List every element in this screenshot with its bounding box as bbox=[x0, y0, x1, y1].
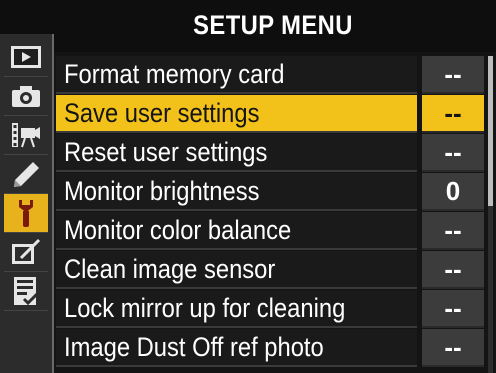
menu-item-value-box: -- bbox=[422, 212, 484, 250]
setup-menu-list: Format memory card -- Save user settings… bbox=[56, 56, 488, 373]
menu-item-value: -- bbox=[444, 254, 462, 284]
menu-item-value: 0 bbox=[445, 176, 461, 206]
menu-item-value: -- bbox=[444, 137, 462, 167]
menu-item-label-box: Reset user settings bbox=[56, 134, 417, 172]
tab-shooting[interactable] bbox=[4, 77, 48, 116]
tab-movie[interactable] bbox=[4, 116, 48, 155]
menu-item-value-box: 0 bbox=[422, 173, 484, 211]
wrench-icon bbox=[13, 198, 39, 228]
menu-item-monitor-color-balance[interactable]: Monitor color balance -- bbox=[56, 212, 488, 250]
menu-item-label: Lock mirror up for cleaning bbox=[64, 293, 346, 323]
page-title: SETUP MENU bbox=[193, 10, 353, 40]
tab-custom-settings[interactable] bbox=[4, 155, 48, 194]
retouch-icon bbox=[11, 238, 41, 266]
menu-tab-sidebar bbox=[0, 34, 54, 373]
menu-scrollbar[interactable] bbox=[488, 56, 493, 373]
menu-item-value: -- bbox=[444, 332, 462, 362]
menu-item-value: -- bbox=[444, 59, 462, 89]
menu-item-value: -- bbox=[444, 98, 462, 128]
tab-setup[interactable] bbox=[4, 194, 48, 233]
menu-item-label: Save user settings bbox=[64, 98, 260, 128]
title-bar: SETUP MENU bbox=[0, 0, 496, 52]
menu-item-format-memory-card[interactable]: Format memory card -- bbox=[56, 56, 488, 94]
menu-item-value-box: -- bbox=[422, 56, 484, 94]
menu-item-label: Monitor color balance bbox=[64, 215, 292, 245]
menu-item-value-box: -- bbox=[422, 134, 484, 172]
menu-item-value-box: -- bbox=[422, 251, 484, 289]
menu-item-save-user-settings[interactable]: Save user settings -- bbox=[56, 95, 488, 133]
menu-item-monitor-brightness[interactable]: Monitor brightness 0 bbox=[56, 173, 488, 211]
menu-item-value-box: -- bbox=[422, 95, 484, 133]
menu-item-value-box: -- bbox=[422, 329, 484, 367]
menu-item-lock-mirror-up[interactable]: Lock mirror up for cleaning -- bbox=[56, 290, 488, 328]
tab-retouch[interactable] bbox=[4, 233, 48, 272]
playback-icon bbox=[11, 46, 41, 68]
menu-item-value: -- bbox=[444, 215, 462, 245]
my-menu-icon bbox=[12, 276, 40, 306]
scrollbar-thumb[interactable] bbox=[488, 56, 493, 206]
menu-item-value-box: -- bbox=[422, 290, 484, 328]
menu-item-label: Clean image sensor bbox=[64, 254, 276, 284]
menu-item-label-box: Lock mirror up for cleaning bbox=[56, 290, 417, 328]
menu-item-clean-image-sensor[interactable]: Clean image sensor -- bbox=[56, 251, 488, 289]
menu-item-label: Format memory card bbox=[64, 59, 285, 89]
menu-item-value: -- bbox=[444, 293, 462, 323]
menu-item-image-dust-off[interactable]: Image Dust Off ref photo -- bbox=[56, 329, 488, 367]
menu-item-label: Reset user settings bbox=[64, 137, 268, 167]
camera-menu-screen: SETUP MENU Format memory card -- Save us… bbox=[0, 0, 496, 373]
menu-item-reset-user-settings[interactable]: Reset user settings -- bbox=[56, 134, 488, 172]
menu-item-label: Image Dust Off ref photo bbox=[64, 332, 324, 362]
menu-item-label-box: Clean image sensor bbox=[56, 251, 417, 289]
movie-icon bbox=[11, 122, 41, 148]
menu-item-label-box: Image Dust Off ref photo bbox=[56, 329, 417, 367]
menu-item-label-box: Monitor brightness bbox=[56, 173, 417, 211]
tab-playback[interactable] bbox=[4, 38, 48, 77]
menu-item-label-box: Save user settings bbox=[56, 95, 417, 133]
menu-item-label-box: Format memory card bbox=[56, 56, 417, 94]
menu-item-label-box: Monitor color balance bbox=[56, 212, 417, 250]
pencil-icon bbox=[11, 160, 41, 188]
tab-my-menu[interactable] bbox=[4, 272, 48, 311]
camera-icon bbox=[11, 84, 41, 108]
menu-item-label: Monitor brightness bbox=[64, 176, 260, 206]
